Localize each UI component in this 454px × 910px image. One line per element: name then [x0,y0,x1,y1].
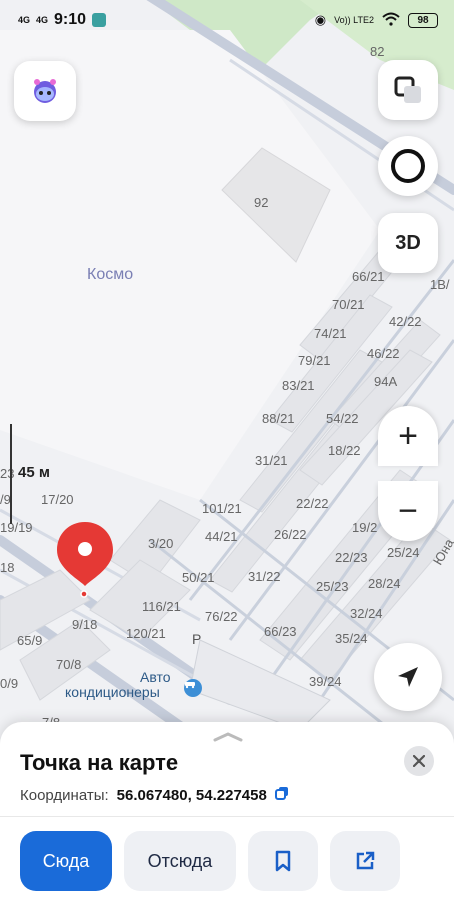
house-number: 120/21 [126,626,166,641]
house-number: 26/22 [274,527,307,542]
route-from-button[interactable]: Отсюда [124,831,236,891]
house-number: 54/22 [326,411,359,426]
house-number: 18 [0,560,15,575]
house-number: 65/9 [17,633,43,648]
scale-label: 45 м [18,464,50,481]
poi-name-line1[interactable]: Авто [140,669,171,685]
house-number: 3/20 [148,536,174,551]
bookmark-button[interactable] [248,831,318,891]
poi-name-line2[interactable]: кондиционеры [65,684,160,700]
layers-button[interactable] [378,60,438,120]
house-number: 76/22 [205,609,238,624]
assistant-button[interactable] [14,61,76,121]
house-number: 74/21 [314,326,347,341]
layers-icon [394,76,421,103]
house-number: 19/2 [352,520,378,535]
house-number: 44/21 [205,529,238,544]
house-number: 70/21 [332,297,365,312]
house-number: 0/9 [0,676,19,691]
house-number: 66/23 [264,624,297,639]
house-number: 92 [254,195,269,210]
parking-icon: P [192,631,202,647]
clock: 9:10 [54,11,87,28]
navigation-arrow-icon [398,667,418,687]
house-number: 35/24 [335,631,368,646]
app-notification-icon [92,13,107,27]
house-number: 25/24 [387,545,420,560]
bookmark-icon [275,850,291,872]
close-sheet-button[interactable] [404,746,434,776]
place-label: Космо [87,266,134,283]
house-number: 88/21 [262,411,295,426]
zoom-in-button[interactable]: + [378,406,438,466]
divider [0,816,454,817]
close-icon [413,755,425,767]
house-number: 70/8 [56,657,82,672]
house-number: 31/21 [255,453,288,468]
battery-icon: 98 [408,12,438,28]
coordinates-row: Координаты: 56.067480, 54.227458 [20,786,289,804]
status-bar: 4G 4G 9:10 ◉ Vo)) LTE2 98 [0,0,454,40]
my-location-button[interactable] [374,643,442,711]
house-number: 31/22 [248,569,281,584]
wifi-icon [382,12,400,28]
house-number: 1В/ [430,277,450,292]
house-number: 116/21 [142,599,181,614]
alice-icon [34,79,56,103]
house-number: 94А [374,374,398,389]
compass-button[interactable] [378,136,438,196]
scale-bar [10,424,12,524]
house-number: 66/21 [352,269,385,284]
share-icon [356,851,375,870]
house-number: 18/22 [328,443,361,458]
signal-1-icon: 4G [18,15,31,25]
share-button[interactable] [330,831,400,891]
zoom-out-button[interactable]: − [378,481,438,541]
house-number: 50/21 [182,570,215,585]
coordinates-value[interactable]: 56.067480, 54.227458 [117,787,267,804]
house-number: 23 [0,466,15,481]
house-number: 46/22 [367,346,400,361]
volte-label: Vo)) LTE2 [334,15,374,25]
house-number: 42/22 [389,314,422,329]
action-buttons: Сюда Отсюда [20,831,400,891]
3d-button[interactable]: 3D [378,213,438,273]
house-number: 83/21 [282,378,315,393]
house-number: 9/18 [72,617,98,632]
house-number: 79/21 [298,353,331,368]
house-number: 101/21 [202,501,242,516]
house-number: 82 [370,44,385,59]
bottom-sheet[interactable]: Точка на карте Координаты: 56.067480, 54… [0,722,454,910]
copy-icon[interactable] [274,786,289,804]
sheet-handle-icon[interactable] [213,732,243,742]
house-number: 22/22 [296,496,329,511]
house-number: 39/24 [309,674,342,689]
coordinates-label: Координаты: [20,786,109,804]
house-number: 25/23 [316,579,349,594]
signal-2-icon: 4G [36,15,49,25]
house-number: 32/24 [350,606,383,621]
house-number: 17/20 [41,492,74,507]
house-number: 28/24 [368,576,401,591]
sheet-title: Точка на карте [20,750,179,775]
house-number: 19/19 [0,520,33,535]
compass-icon [391,149,425,183]
route-here-button[interactable]: Сюда [20,831,112,891]
location-icon: ◉ [314,12,327,27]
car-service-icon[interactable] [184,679,202,697]
house-number: 22/23 [335,550,368,565]
